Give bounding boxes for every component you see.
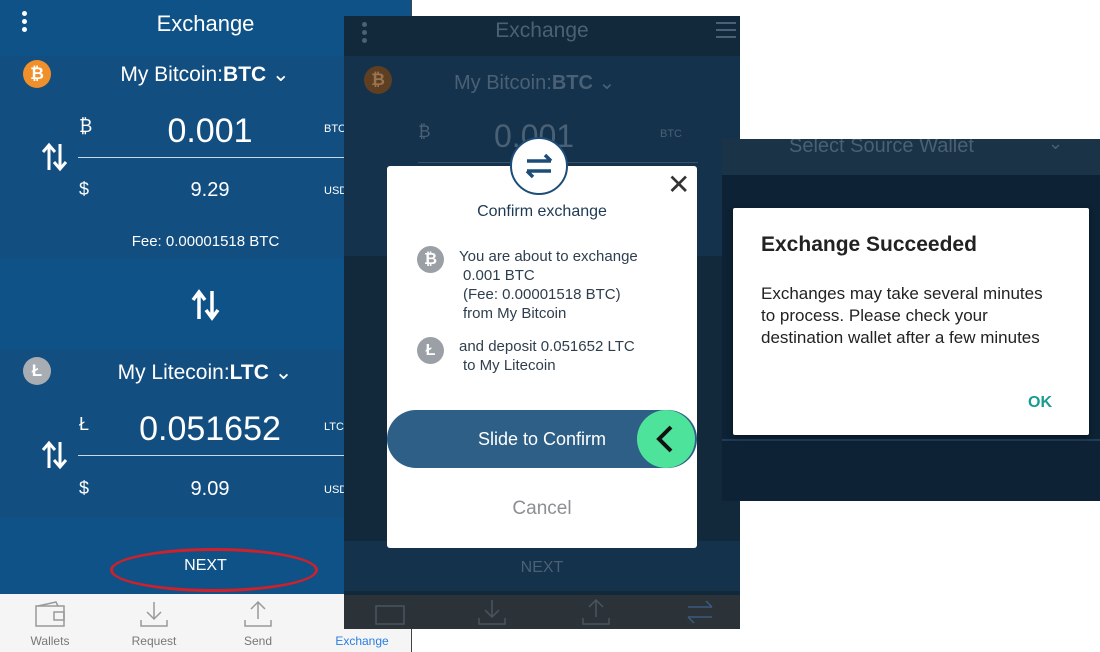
cancel-button[interactable]: Cancel [387, 498, 697, 520]
amount-unit: BTC [660, 128, 682, 140]
ltc-symbol: Ł [79, 414, 90, 434]
dest-crypto-amount-input[interactable]: 0.051652 [110, 410, 310, 449]
upload-icon[interactable] [580, 598, 612, 626]
source-wallet-selector[interactable]: My Bitcoin:BTC ⌄ [454, 70, 634, 95]
source-wallet-selector[interactable]: My Bitcoin:BTC ⌄ [80, 62, 330, 87]
exchange-succeeded-dialog: Exchange Succeeded Exchanges may take se… [733, 208, 1089, 435]
dialog-message: Exchanges may take several minutes to pr… [761, 284, 1043, 347]
wallet-icon [35, 601, 65, 627]
summary-line: You are about to exchange [459, 248, 638, 265]
exchange-summary: You are about to exchange 0.001 BTC (Fee… [459, 247, 689, 323]
btc-symbol: ₿ [418, 122, 431, 141]
dest-fiat-amount[interactable]: 9.09 [150, 478, 270, 501]
summary-amount: 0.001 BTC [463, 267, 535, 284]
dest-crypto-unit: LTC [324, 421, 344, 433]
upload-icon [244, 600, 272, 627]
dialog-title: Exchange Succeeded [761, 233, 977, 256]
dollar-symbol: $ [79, 179, 90, 199]
deposit-summary: and deposit 0.051652 LTC to My Litecoin [459, 337, 689, 375]
tab-label: Send [243, 634, 273, 648]
hamburger-icon[interactable] [716, 22, 736, 38]
swap-vertical-icon[interactable] [40, 140, 70, 174]
litecoin-icon: Ł [417, 337, 444, 364]
bitcoin-icon: ₿ [417, 246, 444, 273]
dialog-title: Confirm exchange [477, 203, 607, 220]
download-icon[interactable] [476, 598, 508, 626]
summary-fee: (Fee: 0.00001518 BTC) [463, 286, 621, 303]
deposit-destination: to My Litecoin [463, 357, 556, 374]
slider-knob[interactable] [637, 410, 695, 468]
source-crypto-amount-input[interactable]: 0.001 [110, 112, 310, 151]
ok-button[interactable]: OK [1028, 394, 1052, 412]
bitcoin-icon: ₿ [364, 66, 392, 94]
tab-request[interactable]: Request [104, 600, 204, 648]
chevron-left-icon [656, 425, 673, 453]
bitcoin-icon: ₿ [23, 60, 51, 88]
tab-label: Wallets [30, 634, 70, 648]
swap-vertical-icon[interactable] [40, 438, 70, 472]
chevron-down-icon[interactable]: ⌄ [1048, 139, 1063, 154]
source-fiat-amount[interactable]: 9.29 [150, 179, 270, 202]
tab-wallets[interactable]: Wallets [0, 600, 100, 648]
chevron-down-icon: ⌄ [598, 72, 616, 94]
dest-wallet-name: My Litecoin: [117, 361, 230, 384]
wallet-icon[interactable] [374, 600, 406, 626]
divider [722, 439, 1100, 441]
highlight-circle [110, 548, 318, 592]
summary-source: from My Bitcoin [463, 305, 567, 322]
deposit-line: and deposit 0.051652 LTC [459, 338, 635, 355]
source-wallet-name: My Bitcoin: [120, 63, 224, 86]
select-source-wallet[interactable]: Select Source Wallet [789, 139, 974, 158]
chevron-down-icon: ⌄ [274, 361, 293, 384]
dollar-symbol: $ [79, 478, 90, 498]
source-wallet-name: My Bitcoin: [454, 72, 552, 94]
source-ticker: BTC [223, 63, 267, 86]
btc-symbol: ₿ [79, 116, 93, 136]
dest-wallet-selector[interactable]: My Litecoin:LTC ⌄ [80, 360, 330, 385]
tab-label: Request [131, 634, 177, 648]
confirm-exchange-dialog: ✕ Confirm exchange ₿ You are about to ex… [387, 137, 697, 548]
download-icon [140, 602, 168, 627]
exchange-icon[interactable] [684, 598, 716, 626]
tab-send[interactable]: Send [208, 600, 308, 648]
chevron-down-icon: ⌄ [272, 63, 290, 86]
source-ticker: BTC [551, 72, 593, 94]
litecoin-icon: Ł [23, 357, 51, 385]
swap-direction-icon[interactable] [190, 287, 222, 323]
next-button[interactable]: NEXT [344, 559, 740, 577]
exchange-badge-icon [510, 137, 568, 195]
close-icon[interactable]: ✕ [667, 171, 690, 199]
source-crypto-unit: BTC [324, 123, 346, 135]
page-title: Exchange [495, 19, 589, 42]
dest-ticker: LTC [229, 361, 269, 384]
tab-label: Exchange [335, 634, 389, 648]
